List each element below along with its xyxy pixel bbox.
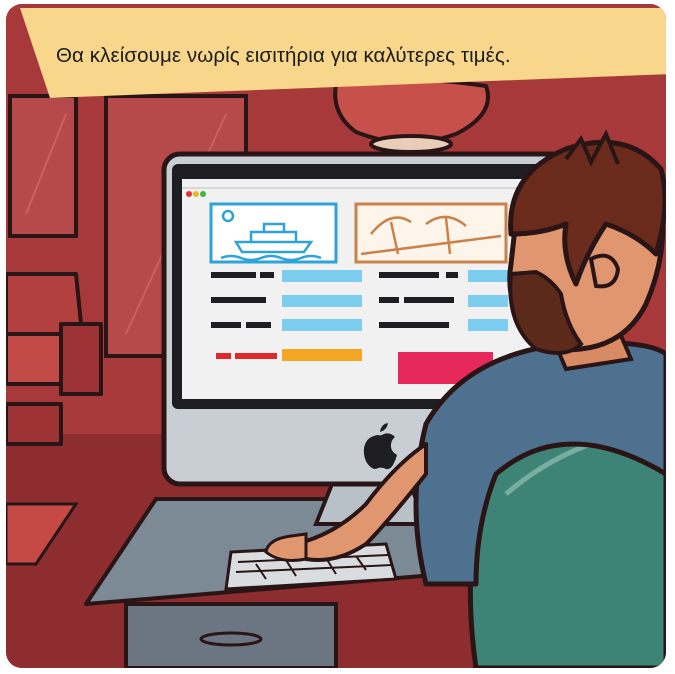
- illustration-frame: Θα κλείσουμε νωρίς εισιτήρια για καλύτερ…: [6, 4, 666, 668]
- beach-umbrella-icon: [354, 202, 508, 264]
- illustration-scene: [6, 4, 666, 668]
- caption-text: Θα κλείσουμε νωρίς εισιτήρια για καλύτερ…: [56, 44, 511, 67]
- caption-banner: Θα κλείσουμε νωρίς εισιτήρια για καλύτερ…: [20, 8, 666, 100]
